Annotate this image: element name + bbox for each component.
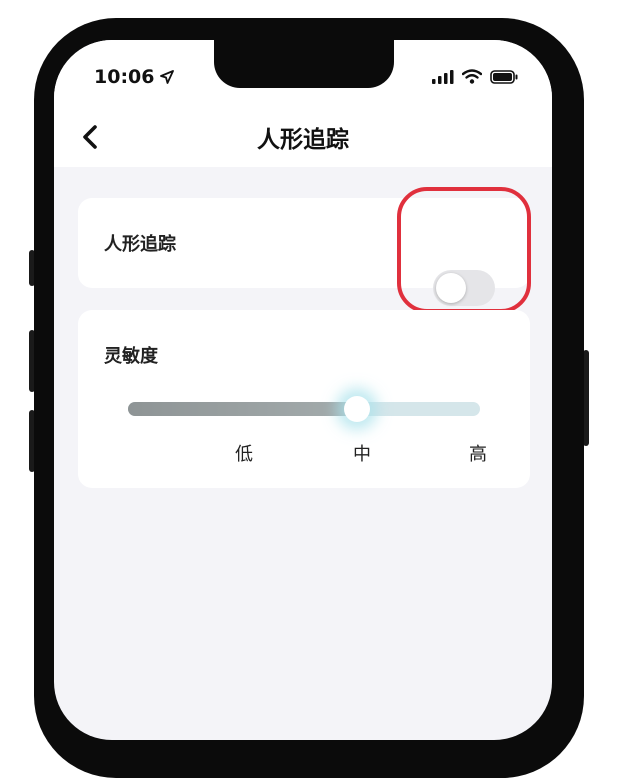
page-title: 人形追踪	[257, 127, 349, 153]
cellular-signal-icon	[432, 69, 454, 84]
sensitivity-card: 灵敏度 低 中 高	[78, 310, 530, 488]
slider-fill	[128, 402, 357, 416]
status-time: 10:06	[94, 66, 175, 88]
status-icons	[432, 69, 518, 84]
level-low-label: 低	[235, 444, 253, 465]
status-time-text: 10:06	[94, 66, 155, 88]
notch	[214, 40, 394, 88]
human-tracking-label: 人形追踪	[104, 234, 176, 255]
slider-thumb[interactable]	[343, 396, 370, 422]
battery-icon	[490, 69, 518, 84]
location-arrow-icon	[160, 70, 175, 84]
phone-frame: 10:06 人形追踪 人形追踪 灵敏度 低 中 高	[34, 18, 584, 778]
sensitivity-slider[interactable]	[128, 396, 480, 422]
highlight-annotation	[397, 187, 531, 313]
level-medium-label: 中	[353, 444, 371, 465]
sensitivity-label: 灵敏度	[104, 346, 158, 367]
level-high-label: 高	[469, 444, 487, 465]
wifi-icon	[462, 69, 482, 84]
phone-screen: 10:06 人形追踪 人形追踪 灵敏度 低 中 高	[54, 40, 552, 740]
